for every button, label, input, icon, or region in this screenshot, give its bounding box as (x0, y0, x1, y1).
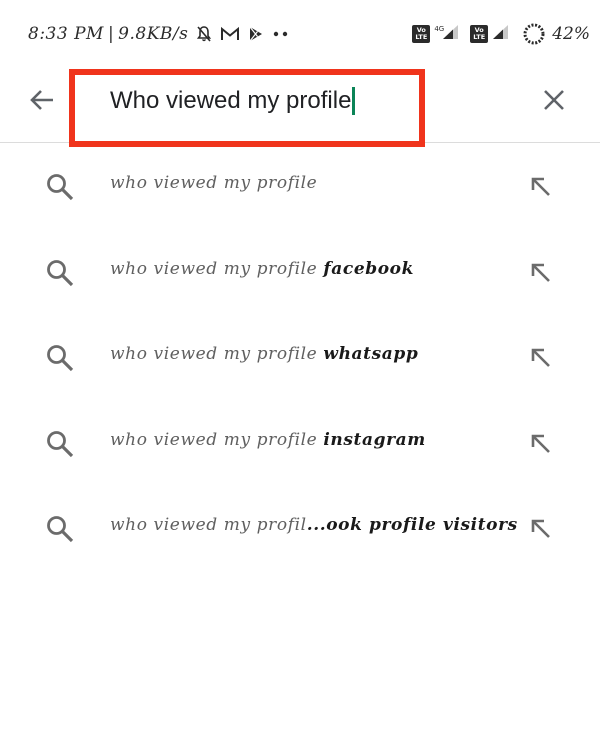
suggestion-text: who viewed my profile facebook (110, 259, 414, 279)
volte-sim1-bottom: LTE (415, 33, 428, 41)
back-button[interactable] (22, 82, 62, 122)
status-separator: | (107, 24, 115, 44)
suggestion-item[interactable]: who viewed my profile instagram (0, 401, 600, 487)
signal-sim1-icon (442, 24, 460, 44)
volte-sim2-bottom: LTE (473, 33, 486, 41)
status-left: 8:33 PM | 9.8KB/s (28, 24, 290, 44)
fill-query-button[interactable] (526, 429, 556, 459)
search-icon (44, 257, 76, 289)
highlight-annotation-box (69, 69, 425, 147)
fill-query-button[interactable] (526, 172, 556, 202)
search-bar: Who viewed my profile (0, 62, 600, 147)
suggestion-item[interactable]: who viewed my profile (0, 144, 600, 230)
status-right: Vo LTE 4G Vo LTE 42% (412, 22, 590, 46)
suggestion-text: who viewed my profile (110, 173, 317, 193)
suggestion-typed-part: who viewed my profile (110, 258, 324, 279)
suggestion-text: who viewed my profile whatsapp (110, 344, 418, 364)
close-icon (541, 87, 567, 117)
suggestion-text: who viewed my profil...ook profile visit… (110, 515, 518, 535)
suggestion-completion: instagram (323, 429, 426, 450)
arrow-up-left-icon (531, 177, 550, 196)
volte-sim1-badge: Vo LTE (412, 25, 431, 43)
suggestion-completion: whatsapp (323, 344, 419, 364)
clear-search-button[interactable] (534, 82, 574, 122)
volte-sim2-badge: Vo LTE (470, 25, 489, 43)
play-store-search-screen: 8:33 PM | 9.8KB/s Vo LTE 4G Vo LTE 42% W… (0, 0, 600, 753)
suggestion-list: who viewed my profile who viewed my prof… (0, 144, 600, 572)
arrow-up-left-icon (531, 348, 550, 367)
arrow-up-left-icon (531, 434, 550, 453)
suggestion-completion: ...ook profile visitors (306, 515, 518, 535)
search-icon (44, 171, 76, 203)
suggestion-item[interactable]: who viewed my profil...ook profile visit… (0, 486, 600, 572)
more-dots-icon (272, 30, 290, 38)
suggestion-text: who viewed my profile instagram (110, 430, 426, 450)
suggestion-item[interactable]: who viewed my profile facebook (0, 230, 600, 316)
fill-query-button[interactable] (526, 514, 556, 544)
suggestion-typed-part: who viewed my profile (110, 173, 318, 193)
play-store-icon (248, 26, 264, 42)
status-time: 8:33 PM (28, 24, 104, 44)
suggestion-item[interactable]: who viewed my profile whatsapp (0, 315, 600, 401)
signal-sim2-icon (492, 24, 510, 44)
suggestion-typed-part: who viewed my profile (110, 344, 324, 364)
suggestion-typed-part: who viewed my profil (110, 515, 307, 535)
fill-query-button[interactable] (526, 258, 556, 288)
mute-notification-icon (196, 25, 212, 43)
search-icon (44, 513, 76, 545)
arrow-up-left-icon (531, 263, 550, 282)
suggestion-typed-part: who viewed my profile (110, 429, 324, 450)
search-icon (44, 428, 76, 460)
fill-query-button[interactable] (526, 343, 556, 373)
network-type: 4G (434, 25, 445, 33)
suggestion-completion: facebook (323, 258, 414, 279)
status-bar: 8:33 PM | 9.8KB/s Vo LTE 4G Vo LTE 42% (0, 0, 600, 62)
arrow-up-left-icon (531, 519, 550, 538)
network-speed: 9.8KB/s (118, 24, 189, 44)
battery-circle-icon (522, 22, 546, 46)
battery-percent: 42% (552, 24, 590, 44)
arrow-back-icon (28, 86, 56, 118)
search-icon (44, 342, 76, 374)
gmail-icon (220, 26, 240, 42)
